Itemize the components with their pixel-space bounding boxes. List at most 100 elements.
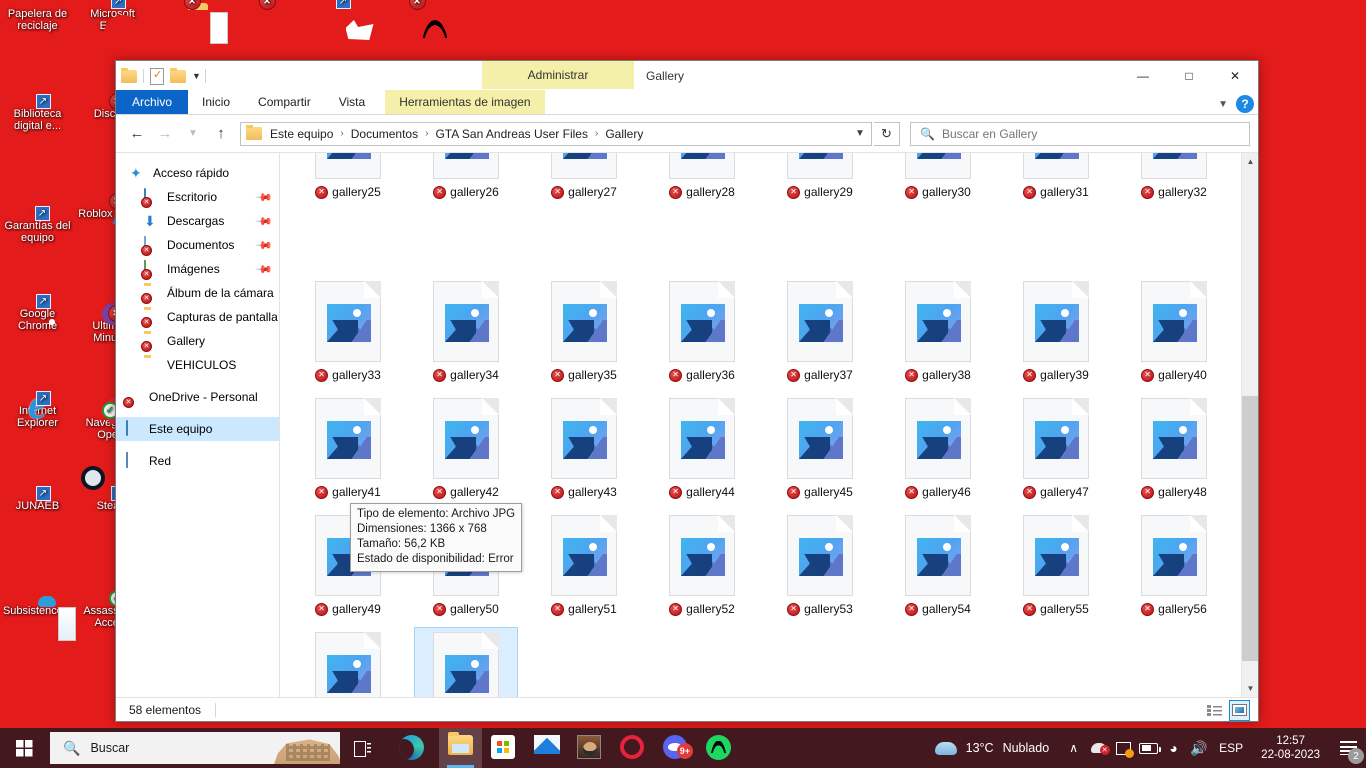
- navigation-pane[interactable]: ✦Acceso rápidoEscritorio📌⬇Descargas📌Docu…: [116, 153, 280, 697]
- task-view-button[interactable]: [340, 728, 384, 768]
- desktop-icon-biblioteca-digital-e[interactable]: Biblioteca digital e...: [0, 94, 75, 132]
- file-item[interactable]: gallery42: [414, 393, 518, 510]
- file-item[interactable]: gallery53: [768, 510, 872, 627]
- desktop-icon-internet-explorer[interactable]: Internet Explorer: [0, 391, 75, 429]
- properties-icon[interactable]: [148, 67, 166, 85]
- file-item[interactable]: gallery48: [1122, 393, 1226, 510]
- collapse-ribbon-icon[interactable]: ▼: [1218, 99, 1228, 110]
- sidebar-item-gallery[interactable]: Gallery: [116, 329, 279, 353]
- file-item[interactable]: gallery56: [1122, 510, 1226, 627]
- breadcrumb-este-equipo[interactable]: Este equipo: [268, 127, 335, 141]
- large-icons-view-button[interactable]: [1229, 699, 1250, 721]
- chevron-down-icon[interactable]: ▼: [192, 71, 201, 81]
- file-item[interactable]: gallery34: [414, 276, 518, 393]
- minimize-button[interactable]: —: [1120, 61, 1166, 91]
- tab-vista[interactable]: Vista: [325, 90, 379, 114]
- tab-inicio[interactable]: Inicio: [188, 90, 244, 114]
- wifi-icon[interactable]: ◕: [1161, 728, 1186, 768]
- file-item[interactable]: gallery38: [886, 276, 990, 393]
- tab-herramientas-de-imagen[interactable]: Herramientas de imagen: [385, 90, 545, 114]
- recent-locations-icon[interactable]: ▼: [180, 121, 206, 147]
- action-center-button[interactable]: 2: [1330, 728, 1366, 768]
- breadcrumb-gta-san-andreas-user-files[interactable]: GTA San Andreas User Files: [433, 127, 590, 141]
- file-item[interactable]: gallery35: [532, 276, 636, 393]
- search-box[interactable]: 🔍 Buscar en Gallery: [910, 121, 1250, 146]
- microsoft-store-taskbar-button[interactable]: [482, 728, 525, 768]
- sidebar-item-onedrive-personal[interactable]: OneDrive - Personal: [116, 385, 279, 409]
- weather-widget[interactable]: 13°C Nublado: [923, 741, 1062, 755]
- back-button[interactable]: ←: [124, 121, 150, 147]
- file-item[interactable]: gallery47: [1004, 393, 1108, 510]
- file-item[interactable]: gallery54: [886, 510, 990, 627]
- breadcrumb-gallery[interactable]: Gallery: [603, 127, 645, 141]
- file-item[interactable]: gallery26: [414, 153, 518, 276]
- desktop-icon-microsoft-edge[interactable]: Microsoft Edge: [75, 0, 150, 32]
- file-item[interactable]: gallery37: [768, 276, 872, 393]
- spotify-taskbar-button[interactable]: [697, 728, 740, 768]
- file-item[interactable]: gallery44: [650, 393, 754, 510]
- details-view-button[interactable]: [1204, 700, 1225, 721]
- scrollbar-thumb[interactable]: [1242, 396, 1258, 661]
- file-item[interactable]: gallery27: [532, 153, 636, 276]
- vertical-scrollbar[interactable]: ▲ ▼: [1241, 153, 1258, 697]
- sidebar-item-documentos[interactable]: Documentos 📌: [116, 233, 279, 257]
- start-button[interactable]: [0, 728, 48, 768]
- file-item[interactable]: gallery57: [296, 627, 400, 697]
- file-explorer-taskbar-button[interactable]: [439, 728, 482, 768]
- help-button[interactable]: ?: [1236, 95, 1254, 113]
- tab-archivo[interactable]: Archivo: [116, 90, 189, 114]
- address-bar[interactable]: Este equipo › Documentos › GTA San Andre…: [240, 121, 872, 146]
- scroll-down-icon[interactable]: ▼: [1242, 680, 1258, 697]
- taskbar-search-box[interactable]: 🔍 Buscar: [50, 732, 340, 764]
- file-item[interactable]: gallery30: [886, 153, 990, 276]
- game-taskbar-button[interactable]: [568, 728, 611, 768]
- sidebar-item-lbum-de-la-c-mara[interactable]: Álbum de la cámara: [116, 281, 279, 305]
- file-item[interactable]: gallery52: [650, 510, 754, 627]
- file-item[interactable]: gallery29: [768, 153, 872, 276]
- sidebar-item-im-genes[interactable]: Imágenes 📌: [116, 257, 279, 281]
- desktop-icon-subsistence[interactable]: Subsistence...: [0, 596, 75, 617]
- sidebar-item-vehiculos[interactable]: VEHICULOS: [116, 353, 279, 377]
- desktop-icon-garant-as-del-equipo[interactable]: Garantías del equipo: [0, 206, 75, 244]
- sidebar-item-descargas[interactable]: ⬇ Descargas 📌: [116, 209, 279, 233]
- file-item[interactable]: gallery28: [650, 153, 754, 276]
- file-item[interactable]: gallery46: [886, 393, 990, 510]
- sidebar-item-escritorio[interactable]: Escritorio 📌: [116, 185, 279, 209]
- new-folder-icon[interactable]: [170, 67, 188, 85]
- tab-compartir[interactable]: Compartir: [244, 90, 325, 114]
- file-item[interactable]: gallery43: [532, 393, 636, 510]
- desktop-icon-google-chrome[interactable]: Google Chrome: [0, 294, 75, 332]
- opera-taskbar-button[interactable]: [611, 728, 654, 768]
- file-item[interactable]: gallery39: [1004, 276, 1108, 393]
- desktop-icon-junaeb[interactable]: JUNAEB: [0, 486, 75, 512]
- clock[interactable]: 12:57 22-08-2023: [1251, 734, 1330, 762]
- sidebar-item-capturas-de-pantalla[interactable]: Capturas de pantalla: [116, 305, 279, 329]
- language-indicator[interactable]: ESP: [1211, 728, 1251, 768]
- file-item[interactable]: gallery33: [296, 276, 400, 393]
- file-list-view[interactable]: gallery25 gallery26 gallery27 gallery28 gall…: [280, 153, 1258, 697]
- maximize-button[interactable]: □: [1166, 61, 1212, 91]
- sidebar-item-acceso-r-pido[interactable]: ✦ Acceso rápido: [116, 161, 279, 185]
- up-button[interactable]: ↑: [208, 121, 234, 147]
- file-item[interactable]: gallery31: [1004, 153, 1108, 276]
- file-item[interactable]: gallery32: [1122, 153, 1226, 276]
- sidebar-item-este-equipo[interactable]: Este equipo: [116, 417, 279, 441]
- show-hidden-icons-button[interactable]: ∧: [1061, 728, 1086, 768]
- file-grid[interactable]: gallery25 gallery26 gallery27 gallery28 gall…: [280, 153, 1241, 697]
- file-item[interactable]: gallery25: [296, 153, 400, 276]
- scroll-up-icon[interactable]: ▲: [1242, 153, 1258, 170]
- desktop-icon-papelera-de-reciclaje[interactable]: Papelera de reciclaje: [0, 8, 75, 32]
- breadcrumb-documentos[interactable]: Documentos: [349, 127, 420, 141]
- display-settings-icon[interactable]: [1111, 728, 1136, 768]
- mail-taskbar-button[interactable]: [525, 728, 568, 768]
- refresh-button[interactable]: ↻: [874, 121, 900, 146]
- onedrive-error-icon[interactable]: [1086, 728, 1111, 768]
- file-item[interactable]: gallery58: [414, 627, 518, 697]
- file-item[interactable]: gallery41: [296, 393, 400, 510]
- sidebar-item-red[interactable]: Red: [116, 449, 279, 473]
- battery-icon[interactable]: [1136, 728, 1162, 768]
- file-item[interactable]: gallery51: [532, 510, 636, 627]
- file-item[interactable]: gallery55: [1004, 510, 1108, 627]
- file-item[interactable]: gallery45: [768, 393, 872, 510]
- discord-taskbar-button[interactable]: 9+: [654, 728, 697, 768]
